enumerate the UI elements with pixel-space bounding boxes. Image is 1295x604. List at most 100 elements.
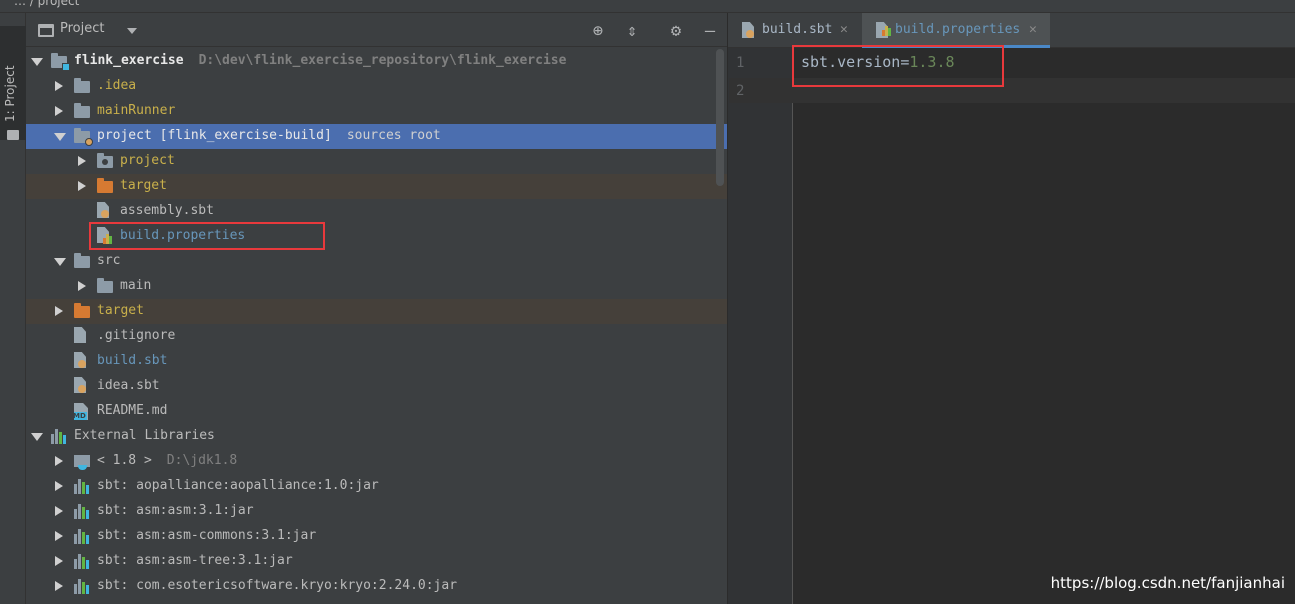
tree-row[interactable]: project [flink_exercise-build] sources ro… — [26, 124, 727, 149]
library-icon — [74, 554, 89, 569]
tree-row-label: main — [120, 278, 152, 293]
line-number: 1 — [736, 55, 745, 71]
tree-row[interactable]: sbt: com.esotericsoftware.kryo:kryo:2.24… — [26, 574, 727, 599]
close-icon[interactable]: ✕ — [1029, 22, 1037, 37]
close-icon[interactable]: ✕ — [840, 22, 848, 37]
ignore-file-icon — [74, 327, 86, 343]
project-view-selector[interactable]: Project — [60, 21, 104, 36]
project-window-icon — [38, 24, 54, 37]
tree-row-label: .idea — [97, 78, 137, 93]
tree-row[interactable]: main — [26, 274, 727, 299]
project-panel-header: Project ⊕ ⇕ ⚙ — — [26, 13, 727, 47]
tree-row-label: sbt: asm:asm:3.1:jar — [97, 503, 254, 518]
chevron-right-icon[interactable] — [55, 531, 63, 541]
tree-row[interactable]: src — [26, 249, 727, 274]
chevron-down-icon[interactable] — [54, 258, 66, 266]
tree-row-label: sbt: asm:asm-tree:3.1:jar — [97, 553, 293, 568]
library-icon — [51, 429, 66, 444]
module-folder-icon — [51, 53, 70, 71]
tree-row[interactable]: target — [26, 299, 727, 324]
tree-row-label: project — [120, 153, 175, 168]
collapse-all-icon[interactable]: ⇕ — [622, 21, 642, 41]
tree-row-label: build.sbt — [97, 353, 168, 368]
package-folder-icon — [97, 153, 113, 168]
markdown-file-icon: MD — [74, 403, 88, 420]
tab-build-sbt[interactable]: build.sbt ✕ — [728, 13, 859, 48]
tree-row-label: sbt: asm:asm-commons:3.1:jar — [97, 528, 317, 543]
tree-row-label: project [flink_exercise-build] sources ro… — [97, 128, 441, 143]
tree-row-label: sbt: aopalliance:aopalliance:1.0:jar — [97, 478, 379, 493]
tree-scrollbar[interactable] — [716, 49, 724, 186]
tree-row-label: sbt: com.esotericsoftware.kryo:kryo:2.24… — [97, 578, 458, 593]
tab-label: build.properties — [895, 22, 1021, 37]
tree-row-label: assembly.sbt — [120, 203, 214, 218]
editor-gutter — [728, 48, 793, 604]
chevron-right-icon[interactable] — [55, 456, 63, 466]
tree-row-label: target — [120, 178, 167, 193]
tree-row[interactable]: sbt: asm:asm-tree:3.1:jar — [26, 549, 727, 574]
sbt-file-icon — [74, 352, 86, 368]
tree-row[interactable]: assembly.sbt — [26, 199, 727, 224]
tree-row-label: idea.sbt — [97, 378, 160, 393]
sbt-file-icon — [97, 202, 109, 218]
chevron-right-icon[interactable] — [55, 581, 63, 591]
tree-row[interactable]: sbt: asm:asm:3.1:jar — [26, 499, 727, 524]
library-icon — [74, 504, 89, 519]
chevron-right-icon[interactable] — [55, 481, 63, 491]
chevron-right-icon[interactable] — [55, 506, 63, 516]
chevron-right-icon[interactable] — [78, 181, 86, 191]
tree-row[interactable]: flink_exercise D:\dev\flink_exercise_repo… — [26, 49, 727, 74]
tree-row[interactable]: build.sbt — [26, 349, 727, 374]
tree-row[interactable]: target — [26, 174, 727, 199]
chevron-down-icon[interactable] — [54, 133, 66, 141]
chevron-down-icon[interactable] — [31, 433, 43, 441]
highlight-box-sbt-version — [792, 45, 1004, 87]
tree-row[interactable]: sbt: asm:asm-commons:3.1:jar — [26, 524, 727, 549]
editor-tab-bar: build.sbt ✕ build.properties ✕ — [728, 13, 1295, 48]
hide-icon[interactable]: — — [700, 21, 720, 41]
tree-row[interactable]: .idea — [26, 74, 727, 99]
project-tool-tab[interactable]: 1: Project — [0, 26, 26, 140]
chevron-right-icon[interactable] — [55, 556, 63, 566]
tab-build-properties[interactable]: build.properties ✕ — [862, 13, 1050, 48]
chevron-down-icon[interactable] — [31, 58, 43, 66]
tree-row-label: mainRunner — [97, 103, 176, 118]
tree-row[interactable]: MD README.md — [26, 399, 727, 424]
tree-row[interactable]: External Libraries — [26, 424, 727, 449]
chevron-right-icon[interactable] — [55, 306, 63, 316]
orange-folder-icon — [74, 303, 90, 318]
library-icon — [74, 529, 89, 544]
tree-row[interactable]: project — [26, 149, 727, 174]
tree-row-label: README.md — [97, 403, 168, 418]
highlight-box-build-properties — [89, 222, 325, 250]
folder-icon — [74, 103, 90, 118]
tree-row-label: .gitignore — [97, 328, 176, 343]
left-tool-strip: 1: Project — [0, 13, 26, 604]
tree-row-label: target — [97, 303, 144, 318]
sbt-file-icon — [742, 22, 754, 38]
tab-label: build.sbt — [762, 22, 833, 37]
tree-row[interactable]: mainRunner — [26, 99, 727, 124]
tree-row-label: src — [97, 253, 121, 268]
breadcrumb[interactable]: … / project — [14, 0, 79, 8]
chevron-right-icon[interactable] — [55, 106, 63, 116]
jdk-icon — [74, 455, 90, 470]
folder-icon — [74, 78, 90, 93]
library-icon — [74, 579, 89, 594]
tree-row[interactable]: .gitignore — [26, 324, 727, 349]
chevron-right-icon[interactable] — [78, 156, 86, 166]
locate-icon[interactable]: ⊕ — [588, 21, 608, 41]
orange-folder-icon — [97, 178, 113, 193]
gear-icon[interactable]: ⚙ — [666, 21, 686, 41]
tree-row-meta: D:\jdk1.8 — [166, 453, 238, 468]
chevron-down-icon[interactable] — [127, 28, 137, 34]
top-strip: … / project — [0, 0, 1295, 13]
folder-icon — [74, 253, 90, 268]
chevron-right-icon[interactable] — [78, 281, 86, 291]
tree-row[interactable]: idea.sbt — [26, 374, 727, 399]
module-folder-sbt-icon — [74, 128, 93, 146]
tree-row[interactable]: < 1.8 > D:\jdk1.8 — [26, 449, 727, 474]
project-tool-tab-label[interactable]: 1: Project — [3, 65, 17, 122]
chevron-right-icon[interactable] — [55, 81, 63, 91]
tree-row[interactable]: sbt: aopalliance:aopalliance:1.0:jar — [26, 474, 727, 499]
